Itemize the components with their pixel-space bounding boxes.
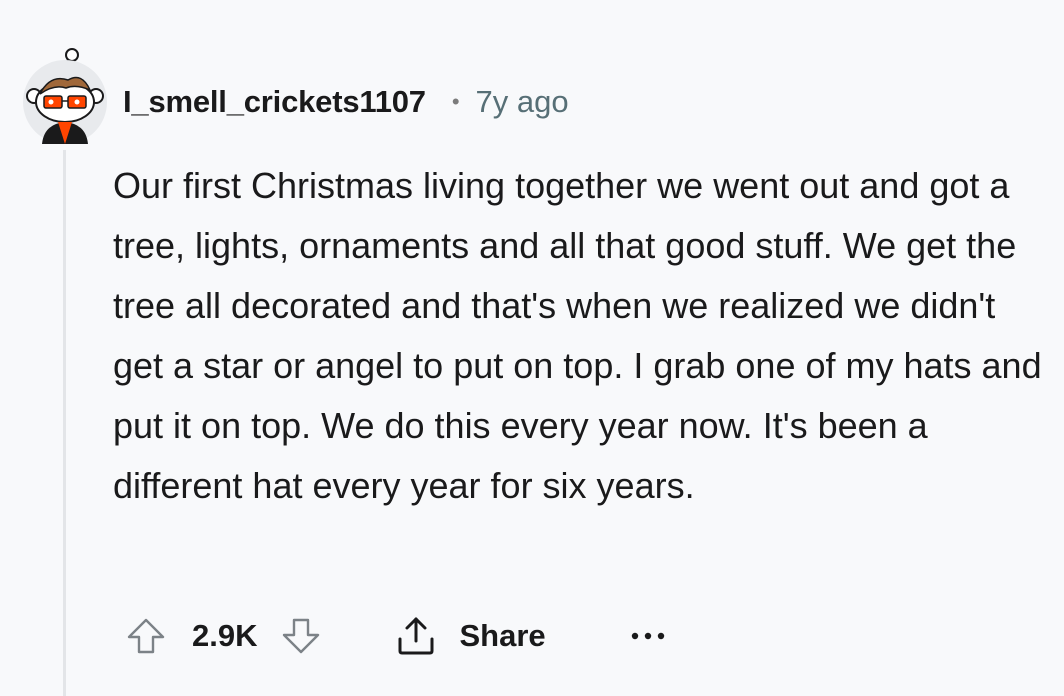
arrow-up-outline-icon <box>127 618 165 654</box>
upvote-button[interactable] <box>124 614 168 658</box>
share-label: Share <box>459 618 546 653</box>
comment-header: I_smell_crickets1107 • 7y ago <box>123 80 569 124</box>
snoo-avatar-icon <box>23 48 107 144</box>
vote-score: 2.9K <box>192 618 258 653</box>
more-options-button[interactable] <box>630 630 666 642</box>
share-upload-icon <box>398 617 434 655</box>
meta-separator: • <box>451 89 460 114</box>
comment-timestamp[interactable]: 7y ago <box>476 84 569 120</box>
comment-actions: 2.9K Share <box>124 606 666 666</box>
share-button[interactable]: Share <box>393 613 546 659</box>
username-link[interactable]: I_smell_crickets1107 <box>123 84 426 120</box>
comment-body: Our first Christmas living together we w… <box>113 165 1042 506</box>
thread-line[interactable] <box>63 150 66 696</box>
downvote-button[interactable] <box>279 614 323 658</box>
ellipsis-horizontal-icon <box>631 632 664 640</box>
arrow-down-outline-icon <box>283 618 320 654</box>
user-avatar[interactable] <box>20 44 110 144</box>
